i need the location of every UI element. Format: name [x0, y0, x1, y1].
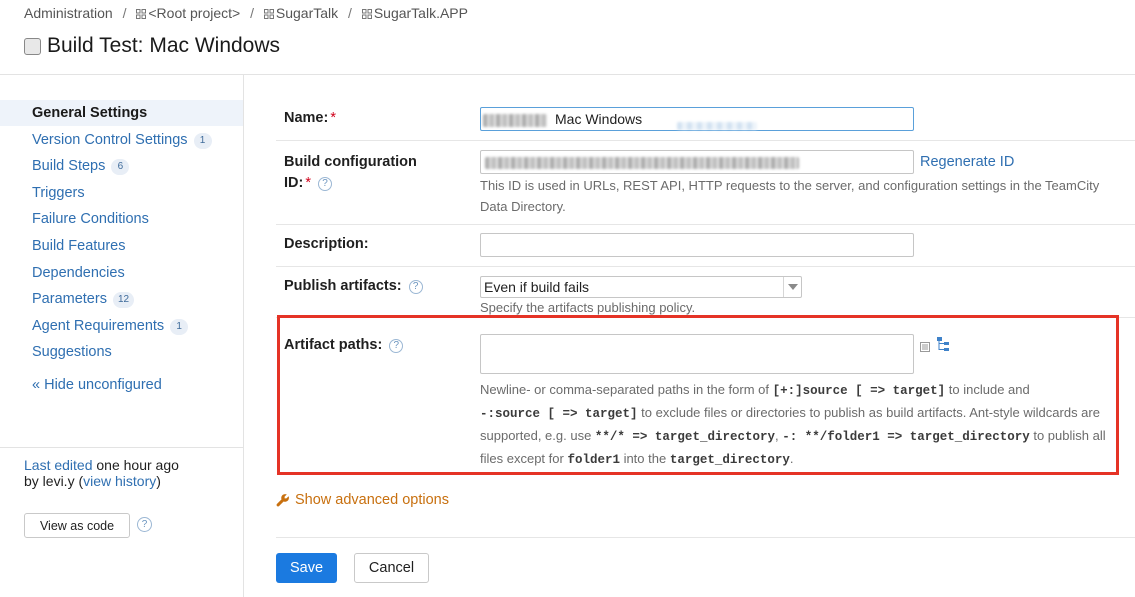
sidebar-item-label: Version Control Settings [32, 132, 188, 148]
description-label: Description: [284, 236, 369, 252]
sidebar-item-failure-conditions[interactable]: Failure Conditions [0, 206, 243, 232]
redacted-blur [677, 122, 757, 130]
page-title: Build Test: Mac Windows [47, 34, 281, 57]
required-marker: * [330, 110, 336, 126]
last-edited-info: Last edited one hour ago by levi.y (view… [24, 457, 179, 489]
close-paren: ) [156, 473, 161, 489]
publish-artifacts-label: Publish artifacts: ? [284, 278, 423, 294]
sidebar-item-label: Triggers [32, 185, 85, 201]
count-badge: 1 [170, 319, 189, 335]
last-edited-link[interactable]: Last edited [24, 457, 93, 473]
page-title-row: Build Test: Mac Windows [24, 34, 280, 58]
required-marker: * [305, 175, 311, 191]
sidebar-item-label: Build Features [32, 238, 126, 254]
help-icon[interactable]: ? [408, 280, 423, 294]
sidebar-item-label: Dependencies [32, 265, 125, 281]
view-history-link[interactable]: view history [83, 473, 156, 489]
publish-artifacts-selected: Even if build fails [484, 279, 590, 295]
sidebar-item-label: Suggestions [32, 344, 112, 360]
sidebar-item-suggestions[interactable]: Suggestions [0, 339, 243, 365]
sidebar: General Settings Version Control Setting… [0, 75, 244, 597]
sidebar-item-label: Agent Requirements [32, 318, 165, 334]
form-divider [276, 537, 1135, 538]
hide-unconfigured-link[interactable]: « Hide unconfigured [32, 377, 162, 393]
sidebar-item-build-features[interactable]: Build Features [0, 233, 243, 259]
breadcrumb-separator: / [122, 5, 127, 21]
redacted-blur [485, 157, 799, 169]
sidebar-item-parameters[interactable]: Parameters 12 [0, 286, 243, 312]
breadcrumb-sugartalk-app[interactable]: SugarTalk.APP [374, 5, 468, 21]
build-config-id-hint: This ID is used in URLs, REST API, HTTP … [480, 178, 1100, 214]
form-divider [276, 224, 1135, 225]
wrench-icon [276, 494, 289, 507]
build-config-id-field[interactable] [480, 150, 914, 174]
sidebar-item-agent-requirements[interactable]: Agent Requirements 1 [0, 313, 243, 339]
show-advanced-options-link[interactable]: Show advanced options [276, 492, 449, 508]
regenerate-id-link[interactable]: Regenerate ID [920, 154, 1014, 170]
name-field[interactable]: Mac Windows [480, 107, 914, 131]
sidebar-item-version-control-settings[interactable]: Version Control Settings 1 [0, 127, 243, 153]
sidebar-item-build-steps[interactable]: Build Steps 6 [0, 153, 243, 179]
sidebar-item-triggers[interactable]: Triggers [0, 180, 243, 206]
breadcrumb: Administration / <Root project> / SugarT… [24, 5, 468, 21]
count-badge: 12 [112, 292, 135, 308]
breadcrumb-administration[interactable]: Administration [24, 5, 113, 21]
last-edited-time: one hour ago [92, 457, 179, 473]
name-field-value: Mac Windows [555, 111, 643, 127]
name-label: Name: * [284, 110, 336, 126]
project-icon [361, 9, 372, 19]
breadcrumb-root-project[interactable]: <Root project> [148, 5, 240, 21]
sidebar-divider [0, 447, 244, 448]
cancel-button[interactable]: Cancel [354, 553, 429, 583]
form-divider [276, 266, 1135, 267]
project-icon [136, 9, 147, 19]
breadcrumb-sugartalk[interactable]: SugarTalk [276, 5, 338, 21]
view-as-code-button[interactable]: View as code [24, 513, 130, 538]
count-badge: 6 [111, 159, 130, 175]
last-edited-by: by levi.y ( [24, 473, 84, 489]
name-label-text: Name: [284, 110, 329, 126]
show-advanced-options-label: Show advanced options [295, 492, 449, 508]
save-button[interactable]: Save [276, 553, 337, 583]
dropdown-arrow-icon [783, 277, 801, 297]
redacted-blur [483, 114, 547, 127]
build-config-id-label: Build configuration ID: * ? [284, 152, 417, 194]
checkbox-icon [24, 37, 41, 55]
project-icon [263, 9, 274, 19]
sidebar-item-label: Failure Conditions [32, 211, 149, 227]
description-field[interactable] [480, 233, 914, 257]
publish-artifacts-select[interactable]: Even if build fails [480, 276, 802, 298]
breadcrumb-separator: / [250, 5, 254, 21]
publish-artifacts-label-text: Publish artifacts: [284, 278, 402, 294]
sidebar-item-dependencies[interactable]: Dependencies [0, 260, 243, 286]
breadcrumb-separator: / [348, 5, 352, 21]
sidebar-item-label: Build Steps [32, 158, 106, 174]
help-icon[interactable]: ? [318, 177, 333, 191]
sidebar-item-general-settings[interactable]: General Settings [0, 100, 243, 126]
highlight-box [277, 315, 1119, 475]
sidebar-item-label: Parameters [32, 291, 107, 307]
build-config-id-label-line2: ID: [284, 175, 304, 191]
form-divider [276, 140, 1135, 141]
count-badge: 1 [193, 133, 212, 149]
sidebar-item-label: General Settings [32, 105, 148, 121]
build-config-id-label-line1: Build configuration [284, 154, 417, 170]
help-icon[interactable]: ? [137, 517, 152, 532]
